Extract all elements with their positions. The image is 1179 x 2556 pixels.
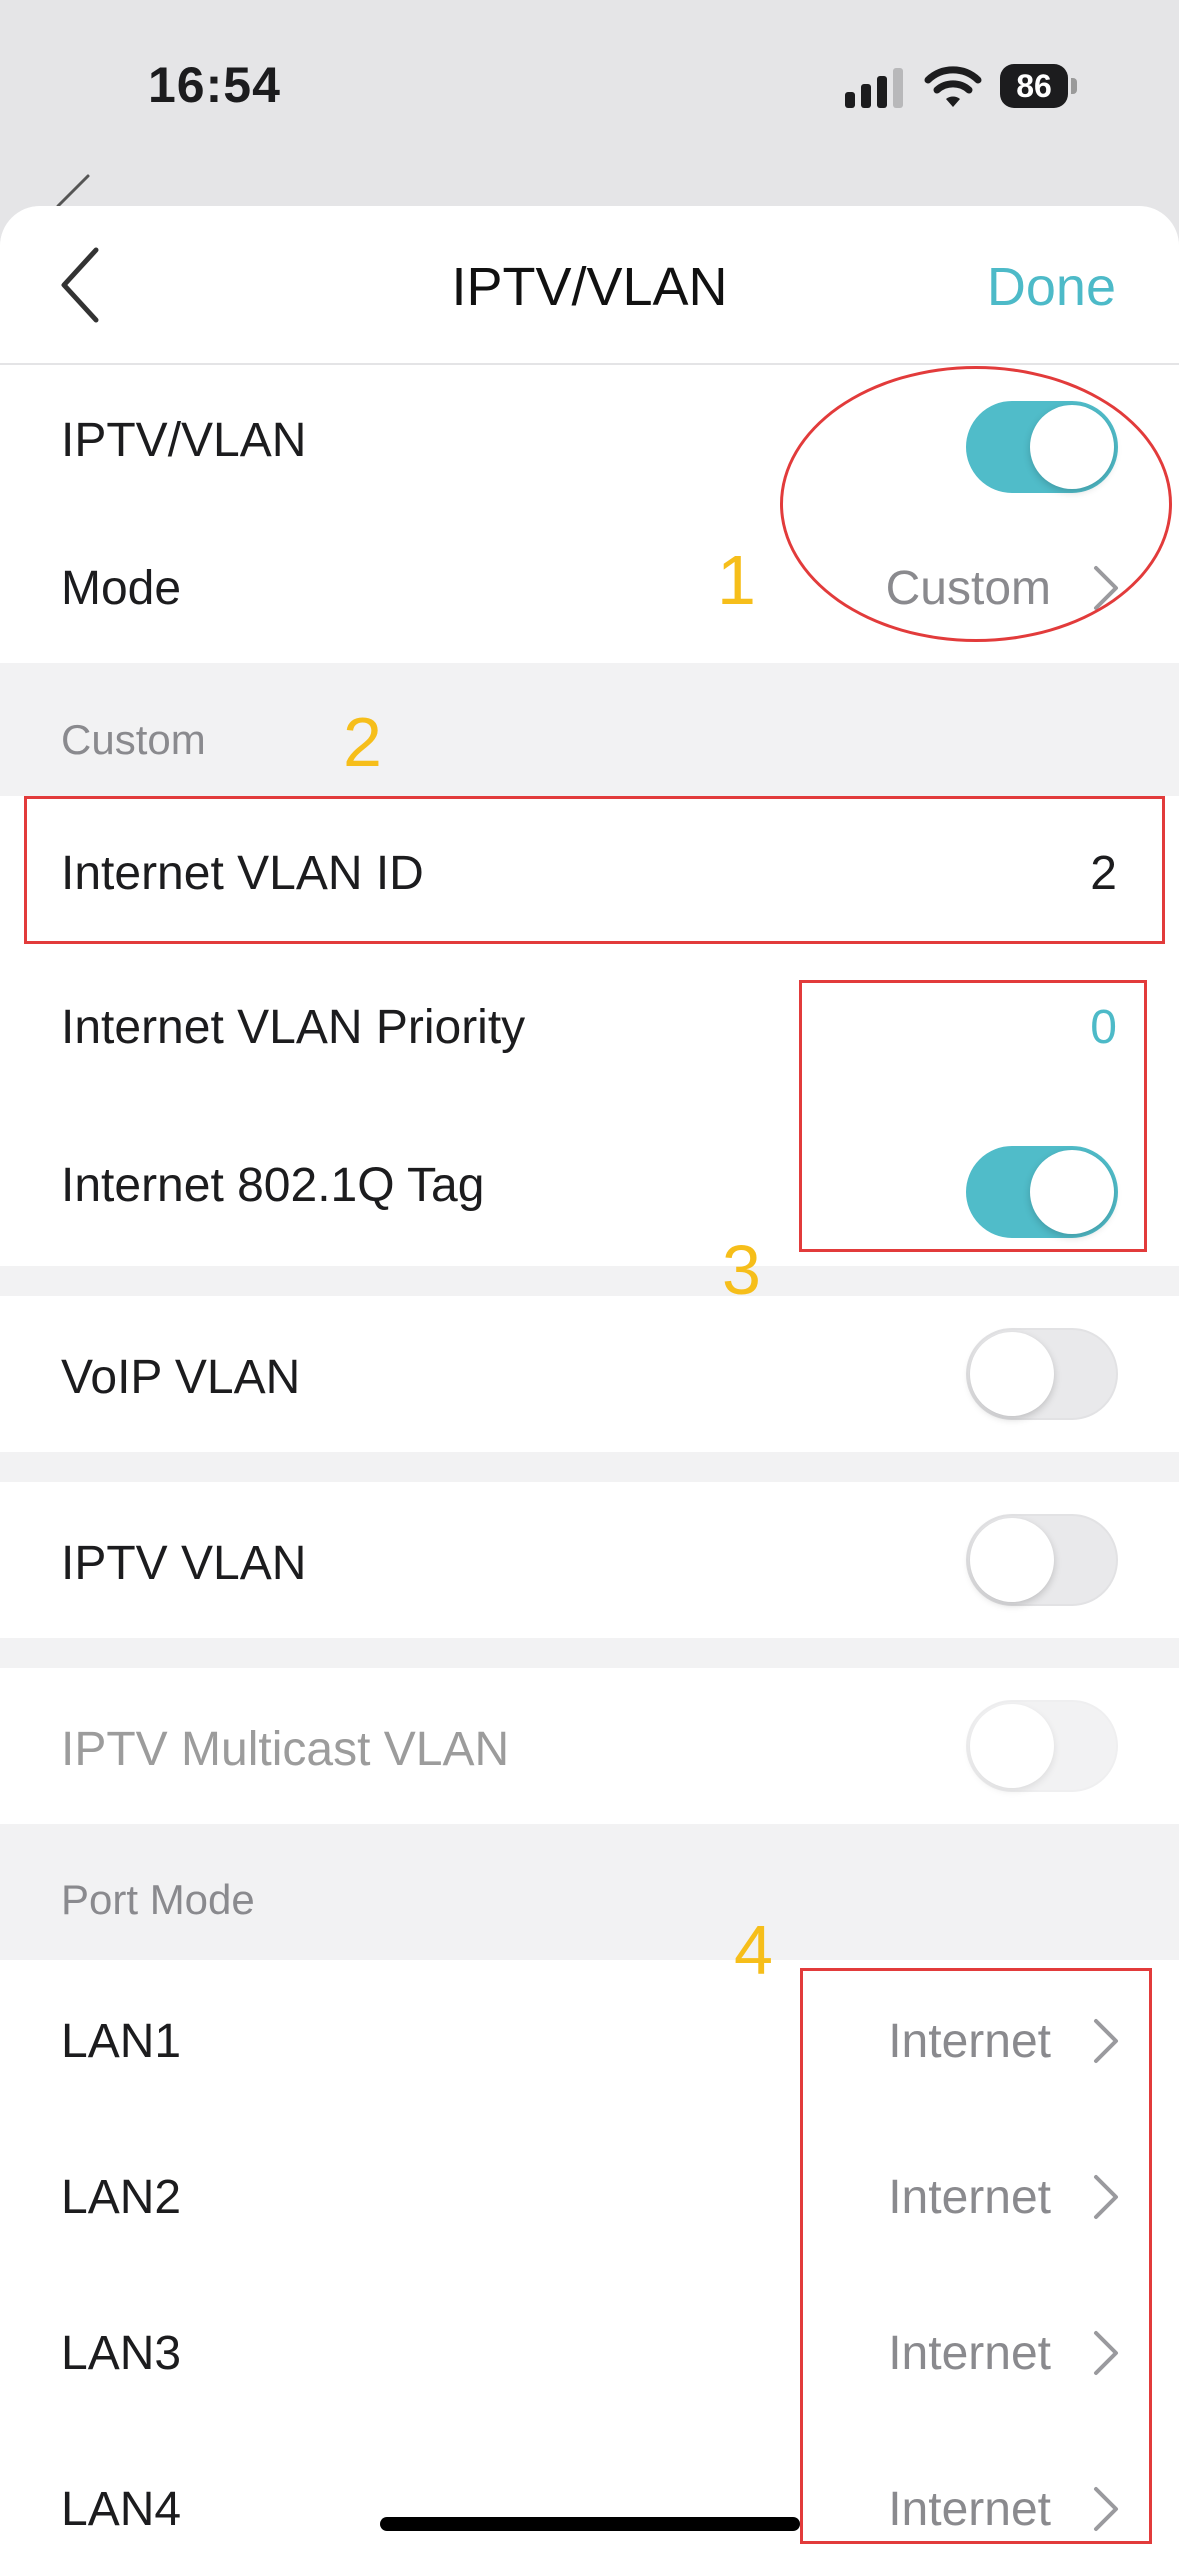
status-bar: 16:54 86 <box>0 0 1179 208</box>
annotation-box-2 <box>24 796 1165 944</box>
home-indicator <box>380 2517 800 2531</box>
custom-section-header: Custom <box>61 716 206 763</box>
iptv-vlan-sub-label: IPTV VLAN <box>61 1537 307 1590</box>
done-button[interactable]: Done <box>987 256 1116 318</box>
mode-label: Mode <box>61 562 182 615</box>
nav-bar: IPTV/VLAN Done <box>0 206 1179 365</box>
battery-level: 86 <box>1000 64 1068 108</box>
annotation-number-2: 2 <box>343 703 382 781</box>
annotation-box-4 <box>800 1968 1152 2544</box>
iptv-vlan-label: IPTV/VLAN <box>61 414 307 467</box>
iptv-multicast-vlan-label: IPTV Multicast VLAN <box>61 1723 510 1776</box>
internet-vlan-priority-label: Internet VLAN Priority <box>61 1001 526 1054</box>
toggle-knob <box>970 1518 1054 1602</box>
toggle-knob <box>970 1332 1054 1416</box>
annotation-number-3: 3 <box>722 1231 761 1309</box>
iptv-multicast-vlan-row: IPTV Multicast VLAN <box>0 1668 1179 1824</box>
iptv-vlan-sub-section: IPTV VLAN <box>0 1482 1179 1638</box>
port-label-lan4: LAN4 <box>61 2483 182 2536</box>
voip-vlan-toggle[interactable] <box>966 1328 1118 1420</box>
iptv-vlan-sub-row[interactable]: IPTV VLAN <box>0 1482 1179 1638</box>
port-mode-section-header: Port Mode <box>61 1876 255 1923</box>
voip-vlan-label: VoIP VLAN <box>61 1351 301 1404</box>
annotation-box-3 <box>799 980 1147 1252</box>
status-time: 16:54 <box>148 57 281 113</box>
voip-vlan-section: VoIP VLAN <box>0 1296 1179 1452</box>
port-label-lan1: LAN1 <box>61 2015 182 2068</box>
internet-8021q-tag-label: Internet 802.1Q Tag <box>61 1159 485 1212</box>
voip-vlan-row[interactable]: VoIP VLAN <box>0 1296 1179 1452</box>
annotation-ellipse-1 <box>780 366 1172 642</box>
iptv-vlan-sub-toggle[interactable] <box>966 1514 1118 1606</box>
iptv-multicast-vlan-section: IPTV Multicast VLAN <box>0 1668 1179 1824</box>
annotation-number-1: 1 <box>717 541 756 619</box>
port-label-lan3: LAN3 <box>61 2327 182 2380</box>
port-label-lan2: LAN2 <box>61 2171 182 2224</box>
battery-cap <box>1071 78 1077 94</box>
toggle-knob <box>970 1704 1054 1788</box>
iptv-multicast-vlan-toggle <box>966 1700 1118 1792</box>
cellular-signal-icon <box>845 68 903 108</box>
annotation-number-4: 4 <box>734 1911 773 1989</box>
battery-icon: 86 <box>1000 64 1080 108</box>
wifi-icon <box>924 66 982 107</box>
